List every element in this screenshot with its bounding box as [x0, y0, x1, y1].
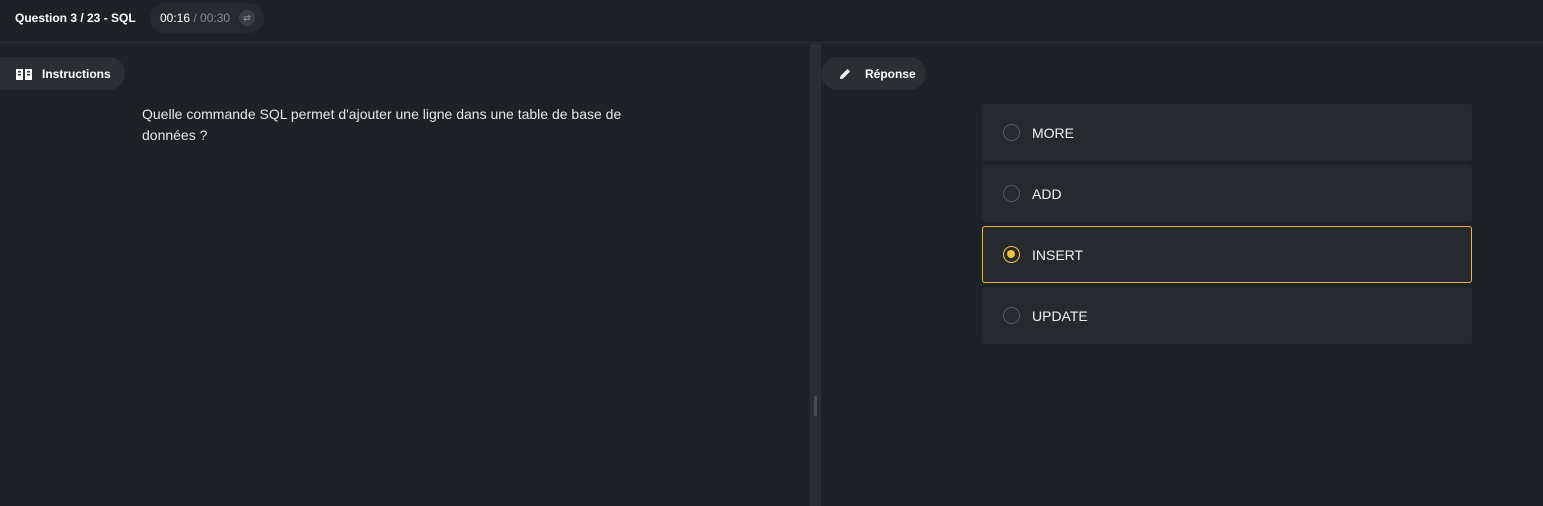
instructions-panel: Instructions Quelle commande SQL permet … [0, 44, 810, 506]
radio-button[interactable] [1003, 185, 1020, 202]
option-more[interactable]: MORE [982, 104, 1472, 161]
tab-instructions[interactable]: Instructions [0, 57, 125, 90]
tab-instructions-label: Instructions [42, 66, 111, 81]
timer-separator: / [190, 11, 201, 25]
option-insert[interactable]: INSERT [982, 226, 1472, 283]
question-title: Question 3 / 23 - SQL [15, 11, 136, 25]
timer-total: 00:30 [200, 11, 231, 25]
book-icon [15, 67, 33, 81]
option-label: ADD [1032, 186, 1062, 202]
response-panel: Réponse MORE ADD INSERT UPDATE [821, 44, 1543, 506]
option-label: MORE [1032, 125, 1074, 141]
pencil-icon [838, 67, 856, 81]
option-add[interactable]: ADD [982, 165, 1472, 222]
radio-button[interactable] [1003, 124, 1020, 141]
radio-button-selected[interactable] [1003, 246, 1020, 263]
option-label: INSERT [1032, 247, 1084, 263]
radio-button[interactable] [1003, 307, 1020, 324]
tab-reponse-label: Réponse [865, 66, 916, 81]
option-update[interactable]: UPDATE [982, 287, 1472, 344]
top-bar: Question 3 / 23 - SQL 00:16 / 00:30 ⇄ [0, 0, 1543, 43]
question-text: Quelle commande SQL permet d'ajouter une… [142, 106, 622, 143]
tab-reponse[interactable]: Réponse [821, 57, 926, 90]
panel-splitter[interactable] [810, 44, 821, 506]
splitter-grip[interactable] [814, 396, 817, 416]
answer-options: MORE ADD INSERT UPDATE [982, 104, 1472, 348]
option-label: UPDATE [1032, 308, 1088, 324]
swap-icon[interactable]: ⇄ [239, 10, 255, 26]
timer: 00:16 / 00:30 ⇄ [150, 3, 264, 33]
timer-elapsed: 00:16 [160, 11, 191, 25]
